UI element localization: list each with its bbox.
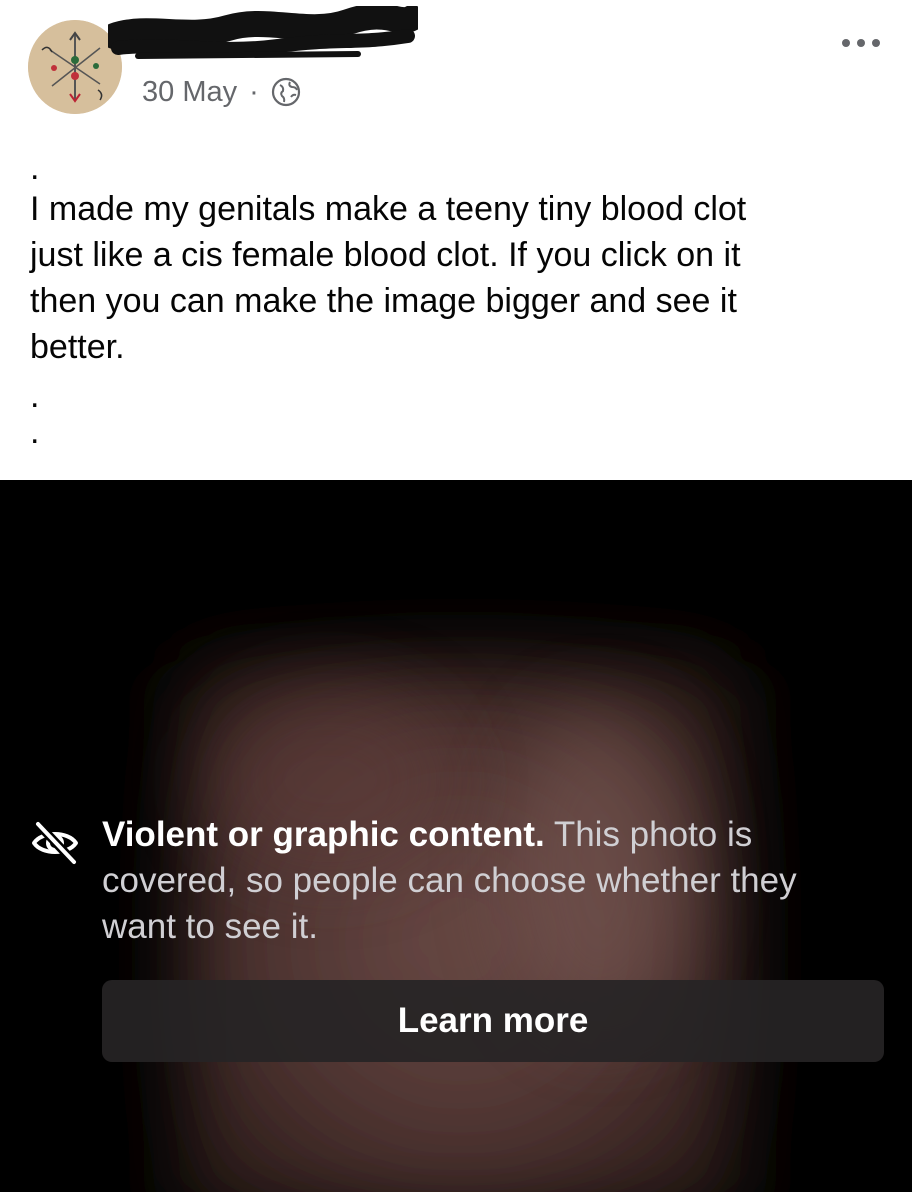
redaction-scribble	[108, 6, 418, 59]
post-date[interactable]: 30 May	[142, 76, 237, 109]
covered-photo[interactable]: Violent or graphic content. This photo i…	[0, 480, 912, 1192]
post-text-line: just like a cis female blood clot. If yo…	[30, 236, 741, 274]
post-bottom-edge	[0, 1192, 912, 1200]
post-text: . I made my genitals make a teeny tiny b…	[30, 150, 890, 450]
text-dot: .	[30, 413, 40, 451]
post-text-line: I made my genitals make a teeny tiny blo…	[30, 190, 747, 228]
more-horizontal-icon[interactable]	[836, 28, 886, 58]
post-header: 30 May ·	[0, 0, 912, 140]
warning-title: Violent or graphic content.	[102, 815, 545, 854]
warning-message: Violent or graphic content. This photo i…	[102, 812, 832, 950]
globe-icon	[271, 77, 300, 107]
content-warning: Violent or graphic content. This photo i…	[30, 812, 850, 950]
text-dot: .	[30, 377, 40, 415]
post-meta: 30 May ·	[142, 72, 301, 112]
eye-off-icon	[32, 820, 78, 866]
meta-separator: ·	[249, 75, 259, 108]
text-dot: .	[30, 149, 40, 187]
learn-more-button[interactable]: Learn more	[102, 980, 884, 1062]
post-text-line: then you can make the image bigger and s…	[30, 282, 737, 320]
post-text-line: better.	[30, 328, 125, 366]
